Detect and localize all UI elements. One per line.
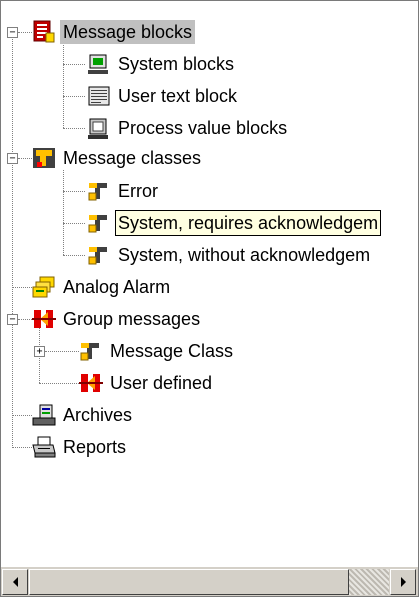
tree-line <box>12 415 32 416</box>
horizontal-scrollbar[interactable] <box>1 567 418 596</box>
collapse-toggle-message-classes[interactable]: − <box>7 153 18 164</box>
tree-node-label: Message blocks <box>60 20 196 44</box>
tree-line <box>63 255 85 256</box>
text-block-icon <box>87 84 111 108</box>
tree-node-label: Group messages <box>63 309 201 329</box>
expand-toggle-message-class[interactable]: + <box>34 346 45 357</box>
tree-node-label: User defined <box>110 373 213 393</box>
message-class-icon <box>87 243 111 267</box>
tree-node-label: User text block <box>118 86 238 106</box>
scroll-track[interactable] <box>349 569 389 595</box>
tree-node-system-without-acknowledgement[interactable]: System, without acknowledgem <box>87 240 373 270</box>
arrow-left-icon <box>12 577 18 587</box>
arrow-right-icon <box>400 577 406 587</box>
scroll-right-button[interactable] <box>390 569 416 595</box>
alarm-logging-tree-panel: − − − + Message blocks System blocks Use… <box>0 0 419 597</box>
tree-node-label: System, without acknowledgem <box>118 245 371 265</box>
tree-node-label: System, requires acknowledgem <box>115 210 382 236</box>
tree-view[interactable]: − − − + Message blocks System blocks Use… <box>1 1 418 566</box>
tree-line <box>18 32 32 33</box>
tree-line <box>63 128 85 129</box>
tree-line <box>39 383 79 384</box>
tree-line <box>63 64 85 65</box>
collapse-toggle-group-messages[interactable]: − <box>7 314 18 325</box>
tree-node-error[interactable]: Error <box>87 176 161 206</box>
tree-node-system-requires-acknowledgement[interactable]: System, requires acknowledgem <box>87 208 382 238</box>
tree-line <box>12 34 13 446</box>
tree-node-analog-alarm[interactable]: Analog Alarm <box>32 272 173 302</box>
tree-node-process-value-blocks[interactable]: Process value blocks <box>87 113 290 143</box>
tree-node-message-classes[interactable]: Message classes <box>32 143 204 173</box>
message-class-icon <box>79 339 103 363</box>
tree-node-message-class[interactable]: Message Class <box>79 336 236 366</box>
message-blocks-icon <box>32 20 56 44</box>
printer-icon <box>32 435 56 459</box>
message-class-icon <box>32 146 56 170</box>
tree-line <box>18 158 32 159</box>
tree-line <box>63 170 64 255</box>
tree-node-label: Reports <box>63 437 127 457</box>
tree-line <box>63 223 85 224</box>
tree-node-group-messages[interactable]: Group messages <box>32 304 203 334</box>
tree-node-label: Analog Alarm <box>63 277 171 297</box>
group-messages-icon <box>32 307 56 331</box>
tree-line <box>63 43 64 128</box>
tree-node-label: Error <box>118 181 158 201</box>
tree-node-label: Archives <box>63 405 133 425</box>
tree-line <box>18 319 32 320</box>
tree-node-message-blocks[interactable]: Message blocks <box>32 17 196 47</box>
tree-node-user-defined[interactable]: User defined <box>79 368 215 398</box>
archive-icon <box>32 403 56 427</box>
group-messages-icon <box>79 371 103 395</box>
process-value-icon <box>87 116 111 140</box>
tree-node-label: System blocks <box>118 54 235 74</box>
tree-node-label: Message Class <box>110 341 234 361</box>
tree-node-system-blocks[interactable]: System blocks <box>87 49 237 79</box>
tree-node-label: Process value blocks <box>118 118 288 138</box>
tree-line <box>63 191 85 192</box>
scroll-thumb[interactable] <box>29 569 349 595</box>
tree-line <box>12 287 32 288</box>
scroll-left-button[interactable] <box>2 569 28 595</box>
system-block-icon <box>87 52 111 76</box>
tree-node-reports[interactable]: Reports <box>32 432 129 462</box>
message-class-icon <box>87 179 111 203</box>
tree-line <box>45 351 79 352</box>
message-class-icon <box>87 211 111 235</box>
analog-alarm-icon <box>32 275 56 299</box>
tree-line <box>63 96 85 97</box>
collapse-toggle-message-blocks[interactable]: − <box>7 27 18 38</box>
tree-node-user-text-block[interactable]: User text block <box>87 81 240 111</box>
tree-node-archives[interactable]: Archives <box>32 400 135 430</box>
tree-node-label: Message classes <box>63 148 202 168</box>
tree-line <box>12 447 32 448</box>
